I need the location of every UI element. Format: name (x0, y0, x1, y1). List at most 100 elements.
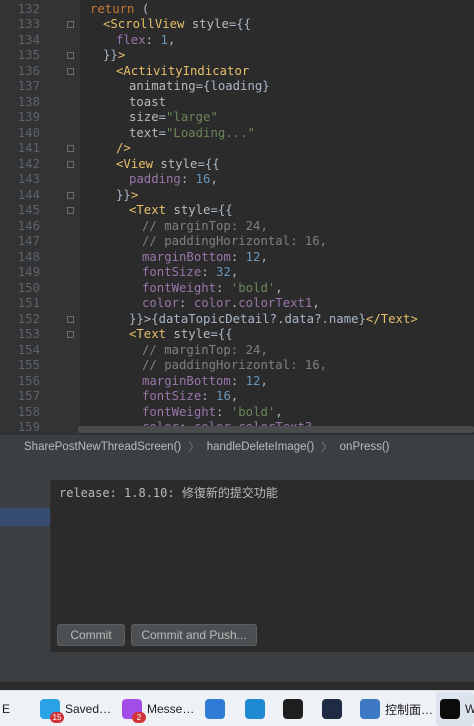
figma-icon (283, 699, 303, 719)
line-number: 137 (17, 79, 40, 93)
breadcrumb-item[interactable]: handleDeleteImage() (207, 441, 314, 453)
taskbar-item-cursor[interactable] (322, 698, 342, 720)
code-token: style (173, 203, 211, 217)
code-token: animating (129, 79, 196, 93)
line-number: 149 (17, 265, 40, 279)
code-token: color (193, 296, 231, 310)
code-token: "Loading..." (166, 125, 255, 140)
code-token: ={loading} (195, 79, 270, 93)
line-number: 145 (17, 203, 40, 217)
commit-button[interactable]: Commit (57, 624, 125, 646)
code-token: 'bold' (230, 280, 276, 295)
code-line[interactable]: 154 // marginTop: 24, (0, 343, 474, 359)
fold-marker-icon[interactable] (67, 191, 74, 199)
code-token: : (201, 265, 217, 279)
fold-marker-icon[interactable] (67, 331, 74, 338)
fold-marker-icon[interactable] (67, 21, 74, 28)
line-number: 151 (17, 296, 40, 310)
code-token: fontSize (142, 265, 202, 279)
taskbar-item-label: Saved… (65, 702, 112, 716)
code-line[interactable]: 147 // paddingHorizontal: 16, (0, 234, 474, 250)
line-number: 157 (17, 389, 40, 403)
code-line[interactable]: 132 return ( (0, 2, 474, 18)
code-token: 12 (245, 373, 261, 388)
code-line[interactable]: 139 size="large" (0, 110, 474, 126)
code-line[interactable]: 155 // paddingHorizontal: 16, (0, 358, 474, 374)
fold-marker-icon[interactable] (67, 160, 74, 168)
taskbar-item-label: Messe… (147, 702, 195, 716)
code-line[interactable]: 135}}> (0, 48, 474, 64)
changes-list[interactable] (0, 480, 50, 652)
code-text: <View style={{ (116, 157, 220, 173)
code-line[interactable]: 153 <Text style={{ (0, 327, 474, 343)
code-token: style (173, 327, 211, 341)
code-line[interactable]: 158 fontWeight: 'bold', (0, 405, 474, 421)
fold-marker-icon[interactable] (67, 145, 74, 152)
taskbar-item-control-panel[interactable]: 控制面… (360, 698, 433, 720)
code-token: fontSize (142, 389, 202, 403)
code-token: </Text> (365, 311, 418, 326)
code-token: <Text (129, 203, 174, 217)
code-line[interactable]: 146 // marginTop: 24, (0, 219, 474, 235)
code-token: colorText1 (238, 296, 313, 310)
code-token: , (312, 296, 320, 310)
code-text: // paddingHorizontal: 16, (142, 358, 327, 374)
taskbar-item-webstorm[interactable]: W (440, 698, 474, 720)
horizontal-scrollbar[interactable] (78, 426, 474, 433)
code-line[interactable]: 149 fontSize: 32, (0, 265, 474, 281)
breadcrumb: SharePostNewThreadScreen() 〉 handleDelet… (0, 434, 474, 458)
code-line[interactable]: 150 fontWeight: 'bold', (0, 281, 474, 297)
code-token: = (158, 110, 167, 124)
code-text: color: color.colorText1, (142, 296, 320, 312)
fold-marker-icon[interactable] (67, 67, 74, 75)
fold-marker-icon[interactable] (67, 52, 74, 59)
code-line[interactable]: 140 text="Loading..." (0, 126, 474, 142)
code-token: ={{ (197, 156, 220, 171)
line-number: 141 (17, 141, 40, 155)
code-token: return (90, 1, 142, 16)
fold-marker-icon[interactable] (67, 315, 74, 323)
code-token: : (145, 32, 161, 47)
line-number: 144 (17, 187, 40, 202)
code-text: marginBottom: 12, (142, 250, 268, 266)
code-line[interactable]: 157 fontSize: 16, (0, 389, 474, 405)
taskbar-item-vscode[interactable] (245, 698, 265, 720)
code-token: <ActivityIndicator (116, 63, 250, 78)
taskbar-item-messenger[interactable]: 2 Messe… (122, 698, 195, 723)
code-line[interactable]: 148 marginBottom: 12, (0, 250, 474, 266)
code-editor[interactable]: 132 return (133 <ScrollView style={{134 fle… (0, 0, 474, 434)
code-line[interactable]: 143 padding: 16, (0, 172, 474, 188)
code-line[interactable]: 156 marginBottom: 12, (0, 374, 474, 390)
code-line[interactable]: 137 animating={loading} (0, 79, 474, 95)
taskbar-item-telegram[interactable]: 15 Saved… (40, 698, 112, 723)
code-line[interactable]: 134 flex: 1, (0, 33, 474, 49)
code-token: : (230, 373, 246, 388)
todo-icon (205, 699, 225, 719)
code-token: 16 (195, 172, 211, 186)
line-number: 147 (17, 234, 40, 248)
breadcrumb-separator: 〉 (188, 441, 200, 454)
breadcrumb-item[interactable]: SharePostNewThreadScreen() (24, 441, 181, 453)
code-line[interactable]: 136 <ActivityIndicator (0, 64, 474, 80)
code-token: padding (129, 172, 181, 186)
code-line[interactable]: 133 <ScrollView style={{ (0, 17, 474, 33)
taskbar-edge-item[interactable]: E (2, 698, 10, 720)
breadcrumb-item[interactable]: onPress() (340, 441, 390, 453)
selected-change-row[interactable] (0, 508, 50, 526)
taskbar-item-todo[interactable] (205, 698, 225, 720)
messenger-icon: 2 (122, 699, 146, 723)
code-text: }}> (103, 48, 125, 64)
code-line[interactable]: 142 <View style={{ (0, 157, 474, 173)
notification-badge: 15 (50, 712, 64, 723)
code-line[interactable]: 145 <Text style={{ (0, 203, 474, 219)
code-line[interactable]: 152}}>{dataTopicDetail?.data?.name}</Tex… (0, 312, 474, 328)
code-line[interactable]: 144}}> (0, 188, 474, 204)
code-line[interactable]: 138 toast (0, 95, 474, 111)
code-line[interactable]: 141 /> (0, 141, 474, 157)
code-token: <View (116, 156, 161, 171)
taskbar-item-figma[interactable] (283, 698, 303, 720)
vscode-icon (245, 699, 265, 719)
commit-and-push-button[interactable]: Commit and Push... (131, 624, 257, 646)
fold-marker-icon[interactable] (67, 207, 74, 214)
code-line[interactable]: 151 color: color.colorText1, (0, 296, 474, 312)
